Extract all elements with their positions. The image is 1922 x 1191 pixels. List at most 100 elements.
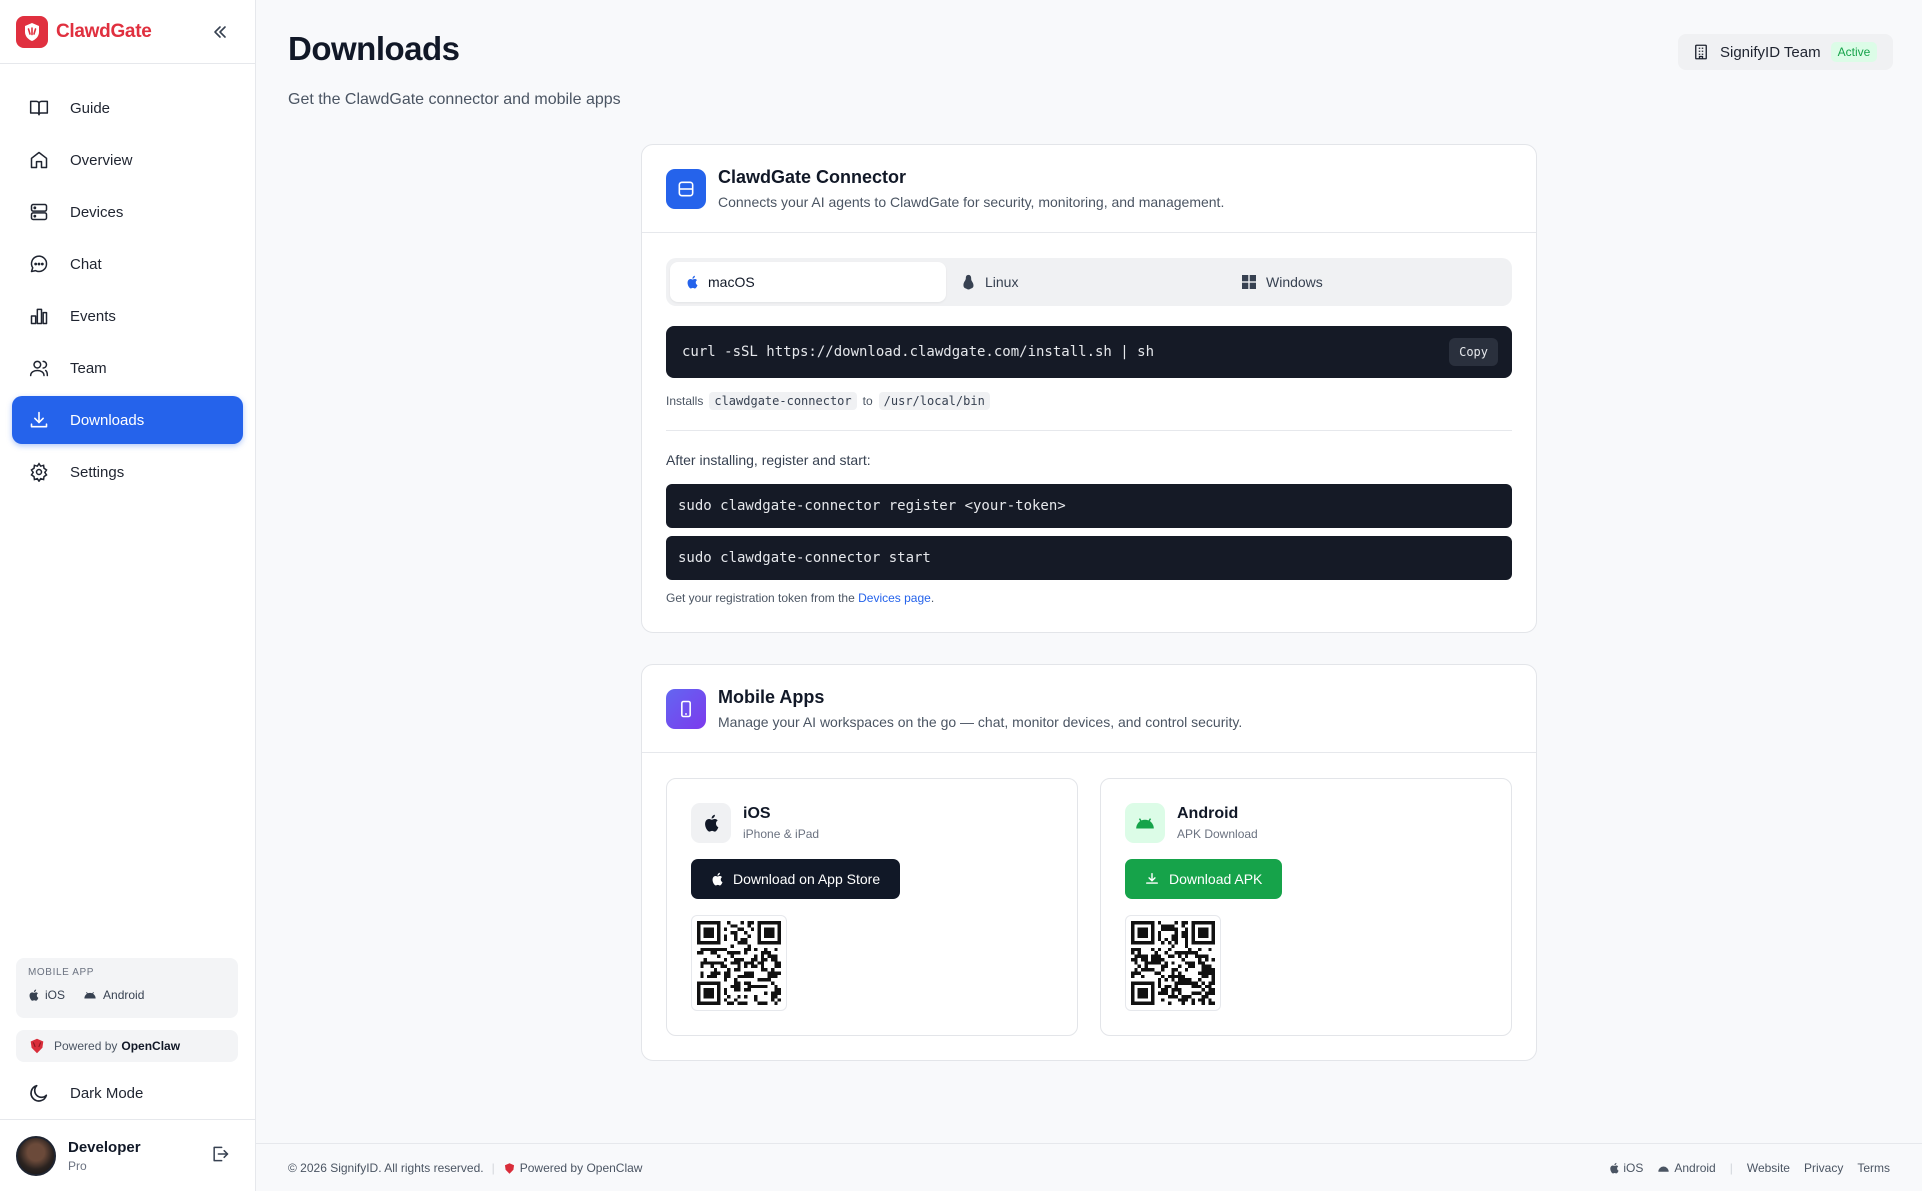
openclaw-logo-icon [30, 1038, 44, 1054]
sidebar-item-guide[interactable]: Guide [12, 84, 243, 132]
start-command-block[interactable]: sudo clawdgate-connector start [666, 536, 1512, 580]
sidebar-item-label: Chat [70, 255, 102, 273]
sidebar-ios-link[interactable]: iOS [28, 988, 65, 1002]
sidebar-item-team[interactable]: Team [12, 344, 243, 392]
collapse-sidebar-icon[interactable] [208, 20, 232, 44]
powered-prefix: Powered by [54, 1039, 118, 1053]
apple-icon [691, 803, 731, 843]
team-selector[interactable]: SignifyID Team Active [1678, 34, 1894, 70]
users-icon [28, 357, 50, 379]
installs-info: Installs clawdgate-connector to /usr/loc… [666, 392, 990, 410]
logout-icon[interactable] [210, 1144, 230, 1169]
connector-server-icon [666, 168, 706, 209]
ios-app-card: iOS iPhone & iPad Download on App Store [666, 778, 1078, 1036]
sidebar-item-chat[interactable]: Chat [12, 240, 243, 288]
footer-powered[interactable]: Powered by OpenClaw [520, 1161, 643, 1175]
home-icon [28, 149, 50, 171]
powered-by-openclaw[interactable]: Powered by OpenClaw [16, 1030, 238, 1062]
tab-linux[interactable]: Linux [962, 262, 1018, 302]
book-icon [28, 97, 50, 119]
footer: © 2026 SignifyID. All rights reserved. |… [256, 1143, 1922, 1191]
download-apk-button[interactable]: Download APK [1125, 859, 1283, 899]
sidebar-item-devices[interactable]: Devices [12, 188, 243, 236]
user-name: Developer [68, 1138, 141, 1156]
footer-link-privacy[interactable]: Privacy [1804, 1161, 1843, 1175]
tab-label: macOS [708, 274, 755, 290]
sidebar-item-label: Overview [70, 151, 133, 169]
note-suffix: . [930, 591, 935, 605]
start-command[interactable]: sudo clawdgate-connector start [678, 550, 931, 566]
building-icon [1695, 44, 1707, 60]
footer-android-link[interactable]: Android [1657, 1161, 1716, 1175]
copy-button[interactable]: Copy [1449, 338, 1498, 366]
qr-code-icon [1131, 921, 1215, 1005]
installs-to: to [862, 394, 873, 408]
user-profile: Developer Pro [0, 1119, 256, 1191]
sidebar-item-downloads[interactable]: Downloads [12, 396, 243, 444]
ios-app-name: iOS [743, 805, 771, 822]
installs-binary: clawdgate-connector [709, 392, 857, 410]
footer-link-terms[interactable]: Terms [1857, 1161, 1890, 1175]
moon-icon [30, 1084, 48, 1102]
connector-description: Connects your AI agents to ClawdGate for… [718, 194, 1225, 210]
sidebar-item-overview[interactable]: Overview [12, 136, 243, 184]
apple-icon [1610, 1162, 1619, 1174]
sidebar-item-label: Events [70, 307, 116, 325]
sidebar-android-link[interactable]: Android [83, 988, 144, 1002]
android-qr-code [1125, 915, 1221, 1011]
app-store-button-label: Download on App Store [733, 871, 881, 887]
install-command[interactable]: curl -sSL https://download.clawdgate.com… [682, 344, 1154, 360]
sidebar-item-label: Devices [70, 203, 124, 221]
sidebar-item-label: Team [70, 359, 107, 377]
apple-icon [687, 275, 698, 289]
clawdgate-logo-icon[interactable] [16, 15, 48, 48]
gear-icon [28, 461, 50, 483]
tab-macos[interactable]: macOS [670, 262, 946, 302]
registration-note: Get your registration token from the Dev… [666, 591, 934, 605]
tab-windows[interactable]: Windows [1242, 262, 1323, 302]
bar-chart-icon [28, 305, 50, 327]
after-installing-label: After installing, register and start: [666, 452, 871, 468]
mobile-app-caption: MOBILE APP [28, 967, 95, 978]
sidebar-item-label: Settings [70, 463, 125, 481]
devices-page-link[interactable]: Devices page [858, 591, 931, 605]
register-command[interactable]: sudo clawdgate-connector register <your-… [678, 498, 1066, 514]
avatar[interactable] [16, 1135, 56, 1176]
connector-title: ClawdGate Connector [718, 167, 907, 187]
sidebar-nav: Guide Overview Devices Chat Events Team … [0, 64, 255, 496]
app-name[interactable]: ClawdGate [56, 21, 152, 43]
server-icon [28, 201, 50, 223]
download-app-store-button[interactable]: Download on App Store [691, 859, 901, 899]
note-prefix: Get your registration token from the [666, 591, 855, 605]
installs-prefix: Installs [666, 394, 704, 408]
footer-ios-label: iOS [1623, 1161, 1644, 1175]
footer-ios-link[interactable]: iOS [1609, 1161, 1643, 1175]
mobile-apps-description: Manage your AI workspaces on the go — ch… [718, 714, 1243, 730]
mobile-app-card: MOBILE APP iOS Android [16, 958, 238, 1018]
download-icon [1146, 873, 1158, 884]
dark-mode-toggle[interactable]: Dark Mode [28, 1082, 143, 1104]
windows-icon [1242, 275, 1256, 289]
ios-app-sub: iPhone & iPad [743, 827, 820, 841]
installs-path: /usr/local/bin [878, 392, 990, 410]
android-app-card: Android APK Download Download APK [1100, 778, 1512, 1036]
footer-separator: | [491, 1161, 495, 1175]
download-icon [28, 409, 50, 431]
connector-card: ClawdGate Connector Connects your AI age… [641, 144, 1537, 633]
sidebar-item-events[interactable]: Events [12, 292, 243, 340]
android-icon [84, 991, 96, 999]
powered-brand: OpenClaw [121, 1039, 181, 1053]
footer-link-website[interactable]: Website [1747, 1161, 1790, 1175]
sidebar-android-label: Android [103, 988, 145, 1002]
install-command-block[interactable]: curl -sSL https://download.clawdgate.com… [666, 326, 1512, 378]
apple-icon [712, 872, 723, 886]
footer-separator: | [1729, 1161, 1733, 1175]
qr-code-icon [697, 921, 781, 1005]
mobile-apps-card: Mobile Apps Manage your AI workspaces on… [641, 664, 1537, 1061]
openclaw-logo-icon [504, 1162, 514, 1174]
footer-android-label: Android [1674, 1161, 1716, 1175]
register-command-block[interactable]: sudo clawdgate-connector register <your-… [666, 484, 1512, 528]
tab-label: Windows [1266, 274, 1323, 290]
sidebar-item-settings[interactable]: Settings [12, 448, 243, 496]
sidebar-item-label: Guide [70, 99, 111, 117]
